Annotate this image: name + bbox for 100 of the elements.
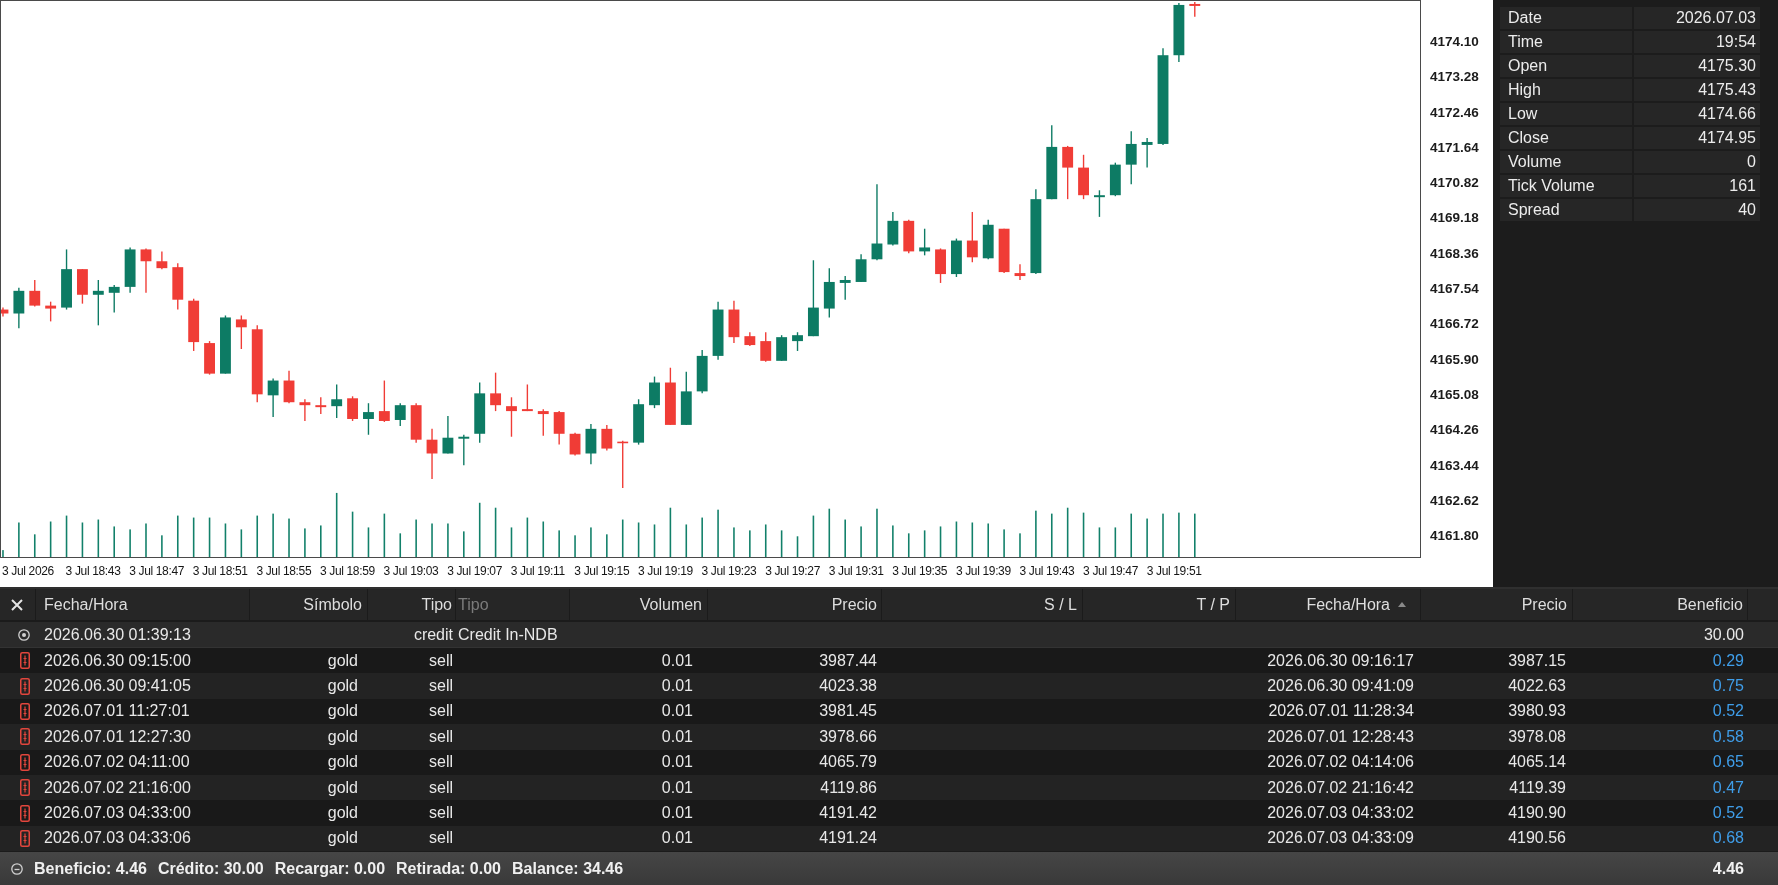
falling-candle xyxy=(426,428,438,480)
candlestick-icon xyxy=(20,779,30,797)
table-cell: gold xyxy=(327,702,358,721)
falling-candle xyxy=(521,383,533,412)
column-header[interactable]: Fecha/Hora xyxy=(1236,589,1421,620)
table-cell: 2026.07.03 04:33:06 xyxy=(44,829,191,848)
summary-text: Balance: 34.46 xyxy=(512,859,624,878)
price-label: 4164.26 xyxy=(1430,422,1479,439)
column-header[interactable]: Precio xyxy=(1421,589,1573,620)
circle-dot-icon xyxy=(18,628,30,641)
column-header[interactable]: Precio xyxy=(708,589,882,620)
time-label: 3 Jul 19:27 xyxy=(765,563,820,579)
rising-candle xyxy=(649,375,660,409)
data-label: Low xyxy=(1500,103,1632,125)
column-header[interactable]: Tipo xyxy=(456,589,570,620)
table-cell: sell xyxy=(429,727,453,746)
table-cell: 2026.07.02 04:14:06 xyxy=(1267,753,1414,772)
table-cell: 0.01 xyxy=(661,804,693,823)
table-cell: 0.01 xyxy=(661,829,693,848)
falling-candle xyxy=(410,402,422,444)
rising-candle xyxy=(331,383,343,419)
table-cell: 4023.38 xyxy=(819,677,877,696)
falling-candle xyxy=(1189,1,1201,18)
table-row[interactable]: 2026.07.03 04:33:06 gold sell 0.01 4191.24 2026.07.03 04:33:09 4190.56 0.68 xyxy=(0,825,1778,852)
price-label: 4166.72 xyxy=(1430,316,1479,333)
time-label: 3 Jul 19:23 xyxy=(701,563,757,579)
data-value: 40 xyxy=(1634,199,1760,221)
table-cell: gold xyxy=(327,778,358,797)
rising-candle xyxy=(92,279,104,326)
falling-candle xyxy=(998,228,1010,274)
summary-text: Recargar: 0.00 xyxy=(274,859,386,878)
table-cell: 3978.66 xyxy=(819,727,877,746)
time-label: 3 Jul 18:55 xyxy=(256,563,312,579)
table-cell: 0.01 xyxy=(661,677,693,696)
column-header[interactable]: S / L xyxy=(882,589,1083,620)
column-header[interactable]: T / P xyxy=(1083,589,1236,620)
column-header[interactable]: Beneficio xyxy=(1573,589,1748,620)
table-row[interactable]: 2026.06.30 01:39:13 credit Credit In-NDB 30.00 xyxy=(0,622,1778,648)
rising-candle xyxy=(220,314,231,375)
candlestick-icon xyxy=(20,829,30,847)
rising-candle xyxy=(1125,130,1137,186)
rising-candle xyxy=(1094,189,1105,218)
table-cell: 2026.06.30 09:15:00 xyxy=(44,651,191,670)
table-cell: gold xyxy=(327,677,358,696)
data-value: 4175.43 xyxy=(1634,79,1760,101)
falling-candle xyxy=(235,314,247,350)
table-cell: Credit In-NDB xyxy=(458,625,558,644)
table-row[interactable]: 2026.06.30 09:41:05 gold sell 0.01 4023.38 2026.06.30 09:41:09 4022.63 0.75 xyxy=(0,673,1778,699)
price-label: 4172.46 xyxy=(1430,104,1479,121)
time-label: 3 Jul 18:47 xyxy=(129,563,185,579)
column-header[interactable]: Fecha/Hora xyxy=(36,589,250,620)
data-label: Volume xyxy=(1500,151,1632,173)
table-row[interactable]: 2026.07.02 21:16:00 gold sell 0.01 4119.86 2026.07.02 21:16:42 4119.39 0.47 xyxy=(0,774,1778,801)
table-cell: 0.75 xyxy=(1712,677,1744,696)
table-cell: 0.29 xyxy=(1712,651,1744,670)
table-cell: 4119.86 xyxy=(820,778,877,797)
rising-candle xyxy=(1141,137,1153,169)
table-cell: 0.52 xyxy=(1712,702,1744,721)
rising-candle xyxy=(124,246,136,294)
table-cell: sell xyxy=(429,651,453,670)
falling-candle xyxy=(966,211,978,263)
table-cell: 0.01 xyxy=(661,753,693,772)
rising-candle xyxy=(1173,2,1185,63)
table-cell: 2026.07.02 04:11:00 xyxy=(44,753,190,772)
data-value: 0 xyxy=(1634,151,1760,173)
table-cell: 2026.06.30 09:41:05 xyxy=(44,677,191,696)
price-label: 4168.36 xyxy=(1430,245,1479,262)
table-cell: 4190.56 xyxy=(1508,829,1566,848)
price-label: 4169.18 xyxy=(1430,210,1479,227)
falling-candle xyxy=(283,370,295,404)
column-header[interactable]: Volumen xyxy=(570,589,708,620)
data-label: Date xyxy=(1500,7,1632,29)
rising-candle xyxy=(839,275,851,301)
price-label: 4171.64 xyxy=(1430,139,1479,156)
table-cell: 2026.07.02 21:16:42 xyxy=(1267,778,1414,797)
falling-candle xyxy=(1062,145,1074,200)
candlestick-icon xyxy=(20,753,30,771)
table-cell: 4065.79 xyxy=(819,753,877,772)
rising-candle xyxy=(633,398,645,446)
price-label: 4165.08 xyxy=(1430,386,1479,403)
table-cell: 0.01 xyxy=(661,651,693,670)
rising-candle xyxy=(1109,162,1121,197)
column-header[interactable]: Tipo xyxy=(368,589,456,620)
table-cell: gold xyxy=(327,804,358,823)
falling-candle xyxy=(204,340,215,376)
rising-candle xyxy=(696,349,708,395)
table-cell: 2026.07.03 04:33:00 xyxy=(44,804,191,823)
table-row[interactable]: 2026.07.01 12:27:30 gold sell 0.01 3978.66 2026.07.01 12:28:43 3978.08 0.58 xyxy=(0,724,1778,750)
table-cell: 0.47 xyxy=(1712,778,1744,797)
falling-candle xyxy=(347,395,358,422)
candlestick-icon xyxy=(20,728,30,746)
rising-candle xyxy=(61,248,72,311)
falling-candle xyxy=(29,279,41,308)
rising-candle xyxy=(982,219,994,260)
column-header[interactable]: Símbolo xyxy=(250,589,368,620)
table-cell: gold xyxy=(327,727,358,746)
falling-candle xyxy=(744,331,756,347)
data-value: 19:54 xyxy=(1634,31,1760,53)
data-value: 4175.30 xyxy=(1634,55,1760,77)
table-cell: 4190.90 xyxy=(1508,804,1566,823)
